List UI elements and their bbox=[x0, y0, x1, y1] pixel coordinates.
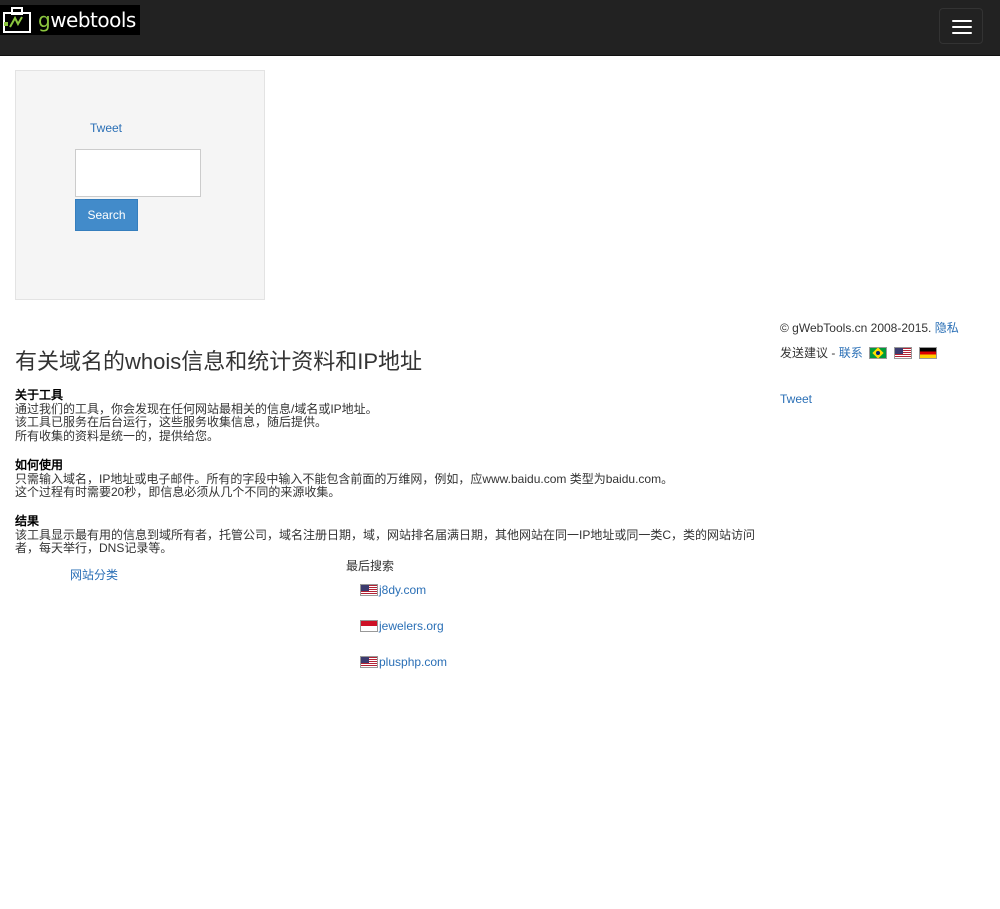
recent-searches-list: j8dy.com jewelers.org plusphp.com bbox=[360, 583, 447, 691]
results-heading: 结果 bbox=[15, 514, 40, 528]
hamburger-icon bbox=[952, 32, 972, 34]
feedback-row: 发送建议 - 联系 bbox=[780, 344, 938, 361]
indonesia-flag-icon bbox=[360, 620, 378, 632]
logo-text-webtools: webtools bbox=[50, 8, 136, 32]
hamburger-icon bbox=[952, 20, 972, 22]
search-panel: Tweet Search bbox=[15, 70, 265, 300]
list-item: plusphp.com bbox=[360, 655, 447, 691]
separator: - bbox=[828, 345, 839, 360]
site-logo[interactable]: gwebtools bbox=[0, 5, 140, 35]
menu-toggle-button[interactable] bbox=[939, 8, 983, 44]
about-section: 关于工具 通过我们的工具，你会发现在任何网站最相关的信息/域名或IP地址。 该工… bbox=[15, 388, 775, 443]
privacy-link[interactable]: 隐私 bbox=[935, 321, 959, 335]
us-flag-icon[interactable] bbox=[893, 347, 912, 359]
copyright-notice: © gWebTools.cn 2008-2015. 隐私 bbox=[780, 319, 959, 336]
recent-domain-link[interactable]: plusphp.com bbox=[379, 655, 447, 669]
recent-searches-title: 最后搜索 bbox=[346, 559, 395, 573]
page-title: 有关域名的whois信息和统计资料和IP地址 bbox=[15, 349, 423, 374]
contact-link[interactable]: 联系 bbox=[839, 344, 863, 361]
toolbox-logo-icon bbox=[0, 5, 34, 35]
about-line: 该工具已服务在后台运行，这些服务收集信息，随后提供。 bbox=[15, 415, 328, 429]
recent-domain-link[interactable]: j8dy.com bbox=[379, 583, 426, 597]
germany-flag-icon[interactable] bbox=[918, 347, 937, 359]
search-input[interactable] bbox=[75, 149, 201, 197]
search-button[interactable]: Search bbox=[75, 199, 138, 231]
us-flag-icon bbox=[360, 584, 378, 596]
us-flag-icon bbox=[360, 656, 378, 668]
howto-section: 如何使用 只需输入域名，IP地址或电子邮件。所有的字段中输入不能包含前面的万维网… bbox=[15, 458, 775, 500]
howto-line: 只需输入域名，IP地址或电子邮件。所有的字段中输入不能包含前面的万维网，例如，应… bbox=[15, 471, 674, 486]
hamburger-icon bbox=[952, 26, 972, 28]
copyright-text: © gWebTools.cn 2008-2015. bbox=[780, 321, 932, 335]
tweet-link[interactable]: Tweet bbox=[780, 392, 812, 406]
brazil-flag-icon[interactable] bbox=[868, 347, 887, 359]
list-item: jewelers.org bbox=[360, 619, 447, 655]
about-line: 所有收集的资料是统一的，提供给您。 bbox=[15, 428, 220, 443]
logo-text: gwebtools bbox=[38, 8, 136, 32]
results-section: 结果 该工具显示最有用的信息到域所有者，托管公司，域名注册日期，域，网站排名届满… bbox=[15, 514, 775, 556]
top-navbar: gwebtools bbox=[0, 0, 1000, 56]
feedback-label: 发送建议 bbox=[780, 346, 829, 360]
howto-line: 这个过程有时需要20秒，即信息必须从几个不同的来源收集。 bbox=[15, 485, 341, 499]
list-item: j8dy.com bbox=[360, 583, 447, 619]
recent-domain-link[interactable]: jewelers.org bbox=[379, 619, 444, 633]
about-heading: 关于工具 bbox=[15, 388, 64, 402]
tweet-link[interactable]: Tweet bbox=[90, 121, 122, 135]
site-categories-link[interactable]: 网站分类 bbox=[70, 566, 118, 583]
logo-text-g: g bbox=[38, 8, 51, 32]
about-line: 通过我们的工具，你会发现在任何网站最相关的信息/域名或IP地址。 bbox=[15, 401, 378, 416]
results-text: 该工具显示最有用的信息到域所有者，托管公司，域名注册日期，域，网站排名届满日期，… bbox=[15, 527, 756, 555]
howto-heading: 如何使用 bbox=[15, 458, 64, 472]
